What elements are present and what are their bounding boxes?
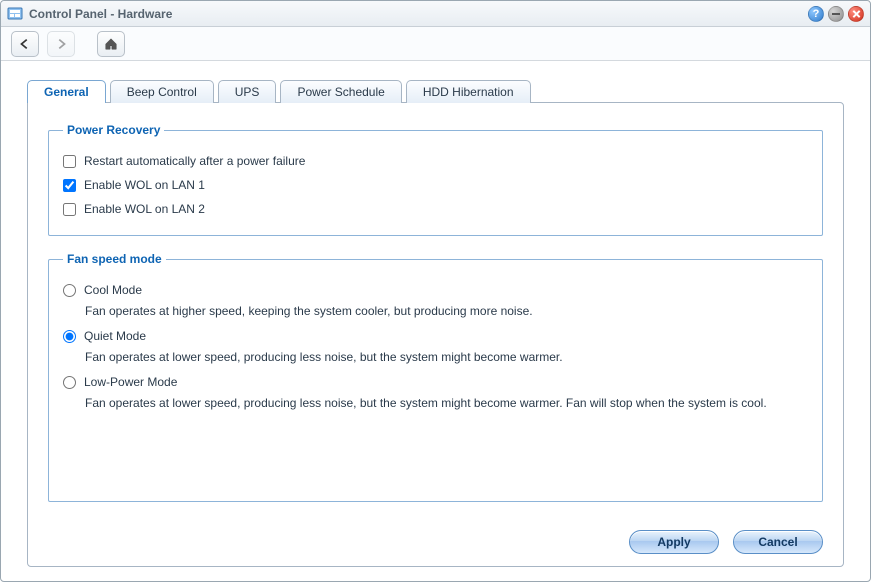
wol-lan1-checkbox[interactable] <box>63 179 76 192</box>
window-title: Control Panel - Hardware <box>29 7 804 21</box>
tab-hdd-hibernation[interactable]: HDD Hibernation <box>406 80 531 103</box>
back-button[interactable] <box>11 31 39 57</box>
titlebar: Control Panel - Hardware ? <box>1 1 870 27</box>
home-icon <box>104 37 118 51</box>
wol-lan1-label: Enable WOL on LAN 1 <box>84 178 205 192</box>
tab-strip: General Beep Control UPS Power Schedule … <box>27 79 844 102</box>
arrow-right-icon <box>54 37 68 51</box>
fan-quiet-radio[interactable] <box>63 330 76 343</box>
power-recovery-group: Power Recovery Restart automatically aft… <box>48 123 823 236</box>
fan-cool-option[interactable]: Cool Mode <box>63 278 808 302</box>
apply-button[interactable]: Apply <box>629 530 719 554</box>
fan-low-desc: Fan operates at lower speed, producing l… <box>85 396 808 410</box>
fan-quiet-desc: Fan operates at lower speed, producing l… <box>85 350 808 364</box>
nav-toolbar <box>1 27 870 61</box>
fan-cool-desc: Fan operates at higher speed, keeping th… <box>85 304 808 318</box>
wol-lan2-label: Enable WOL on LAN 2 <box>84 202 205 216</box>
control-panel-icon <box>7 6 23 22</box>
tab-ups[interactable]: UPS <box>218 80 277 103</box>
fan-low-label: Low-Power Mode <box>84 375 177 389</box>
restart-auto-label: Restart automatically after a power fail… <box>84 154 305 168</box>
dialog-buttons: Apply Cancel <box>48 518 823 554</box>
minimize-button[interactable] <box>828 6 844 22</box>
tab-panel-general: Power Recovery Restart automatically aft… <box>27 102 844 567</box>
content-area: General Beep Control UPS Power Schedule … <box>1 61 870 581</box>
fan-low-radio[interactable] <box>63 376 76 389</box>
tab-general[interactable]: General <box>27 80 106 103</box>
restart-auto-checkbox[interactable] <box>63 155 76 168</box>
cancel-button[interactable]: Cancel <box>733 530 823 554</box>
wol-lan1-option[interactable]: Enable WOL on LAN 1 <box>63 173 808 197</box>
forward-button[interactable] <box>47 31 75 57</box>
fan-cool-radio[interactable] <box>63 284 76 297</box>
power-recovery-legend: Power Recovery <box>63 123 164 137</box>
home-button[interactable] <box>97 31 125 57</box>
fan-low-option[interactable]: Low-Power Mode <box>63 370 808 394</box>
help-button[interactable]: ? <box>808 6 824 22</box>
fan-quiet-option[interactable]: Quiet Mode <box>63 324 808 348</box>
wol-lan2-option[interactable]: Enable WOL on LAN 2 <box>63 197 808 221</box>
fan-cool-label: Cool Mode <box>84 283 142 297</box>
fan-quiet-label: Quiet Mode <box>84 329 146 343</box>
tab-power-schedule[interactable]: Power Schedule <box>280 80 401 103</box>
fan-speed-legend: Fan speed mode <box>63 252 166 266</box>
control-panel-window: Control Panel - Hardware ? General Beep … <box>0 0 871 582</box>
restart-auto-option[interactable]: Restart automatically after a power fail… <box>63 149 808 173</box>
tab-beep-control[interactable]: Beep Control <box>110 80 214 103</box>
arrow-left-icon <box>18 37 32 51</box>
close-button[interactable] <box>848 6 864 22</box>
fan-speed-group: Fan speed mode Cool Mode Fan operates at… <box>48 252 823 502</box>
wol-lan2-checkbox[interactable] <box>63 203 76 216</box>
